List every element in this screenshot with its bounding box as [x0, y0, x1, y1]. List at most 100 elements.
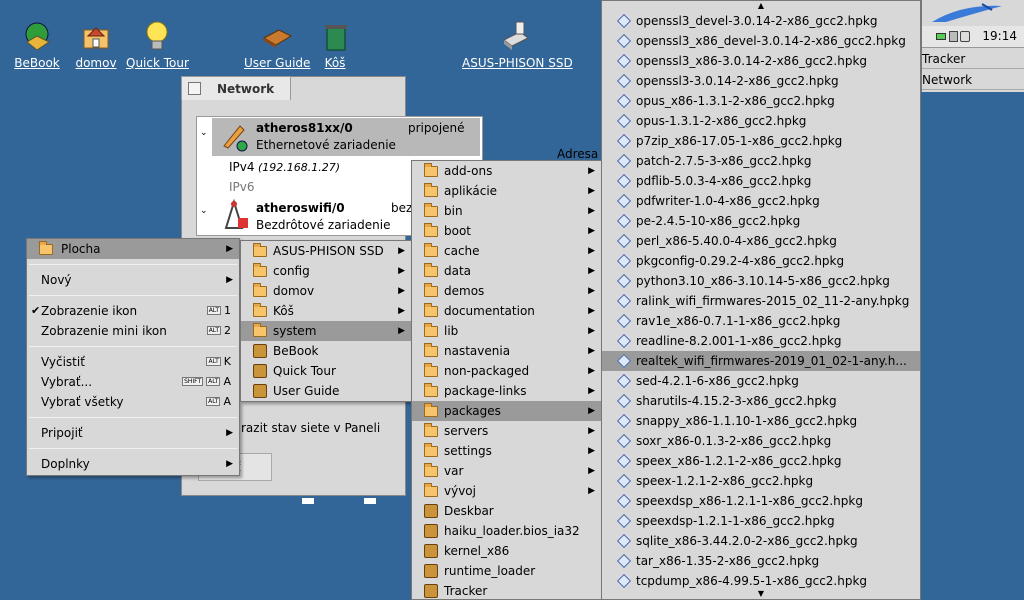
status-checkbox-label[interactable]: razit stav siete v Paneli [241, 421, 380, 435]
battery-icon[interactable] [936, 33, 946, 40]
network-status-icon[interactable] [949, 31, 958, 42]
menu-item-vycistit[interactable]: Vyčistiť ALT K [27, 352, 239, 372]
system-menu-item-label: servers [444, 424, 489, 438]
folder-icon [424, 263, 438, 277]
plocha-menu-item[interactable]: Kôš ▶ [241, 301, 411, 321]
system-menu-item[interactable]: aplikácie ▶ [412, 181, 601, 201]
package-item[interactable]: snappy_x86-1.1.10-1-x86_gcc2.hpkg [602, 411, 920, 431]
menu-item-pripojit[interactable]: Pripojiť ▶ [27, 423, 239, 443]
system-menu-item[interactable]: kernel_x86 [412, 541, 601, 561]
deskbar-app-network[interactable]: Network [922, 70, 1024, 90]
package-item[interactable]: sqlite_x86-3.44.2.0-2-x86_gcc2.hpkg [602, 531, 920, 551]
system-menu-item[interactable]: demos ▶ [412, 281, 601, 301]
menu-item-vybrat[interactable]: Vybrať... SHIFT ALT A [27, 372, 239, 392]
system-menu-item[interactable]: runtime_loader [412, 561, 601, 581]
package-item-label: readline-8.2.001-1-x86_gcc2.hpkg [636, 334, 842, 348]
resize-handle[interactable] [364, 498, 376, 504]
package-item[interactable]: sed-4.2.1-6-x86_gcc2.hpkg [602, 371, 920, 391]
system-menu-item[interactable]: nastavenia ▶ [412, 341, 601, 361]
package-item-label: pdflib-5.0.3-4-x86_gcc2.hpkg [636, 174, 812, 188]
system-menu-item[interactable]: Tracker [412, 581, 601, 600]
system-menu-item[interactable]: bin ▶ [412, 201, 601, 221]
system-menu-item[interactable]: data ▶ [412, 261, 601, 281]
package-item[interactable]: speex_x86-1.2.1-2-x86_gcc2.hpkg [602, 451, 920, 471]
menu-item-vybrat-vsetky[interactable]: Vybrať všetky ALT A [27, 392, 239, 412]
plocha-menu-item-label: Quick Tour [273, 364, 336, 378]
desktop-icon-quick-tour[interactable]: Quick Tour [126, 20, 189, 70]
package-item[interactable]: patch-2.7.5-3-x86_gcc2.hpkg [602, 151, 920, 171]
package-item[interactable]: python3.10_x86-3.10.14-5-x86_gcc2.hpkg [602, 271, 920, 291]
plocha-menu-item[interactable]: domov ▶ [241, 281, 411, 301]
haiku-leaf-icon [932, 3, 1002, 22]
system-menu-item[interactable]: vývoj ▶ [412, 481, 601, 501]
system-menu-item[interactable]: documentation ▶ [412, 301, 601, 321]
clock[interactable]: 19:14 [982, 29, 1017, 43]
plocha-menu-item[interactable]: Quick Tour [241, 361, 411, 381]
package-item[interactable]: perl_x86-5.40.0-4-x86_gcc2.hpkg [602, 231, 920, 251]
system-menu-item[interactable]: Deskbar [412, 501, 601, 521]
package-item[interactable]: realtek_wifi_firmwares-2019_01_02-1-any.… [602, 351, 920, 371]
plocha-menu-item[interactable]: ASUS-PHISON SSD ▶ [241, 241, 411, 261]
resize-handle[interactable] [302, 498, 314, 504]
package-item[interactable]: pdfwriter-1.0-4-x86_gcc2.hpkg [602, 191, 920, 211]
system-menu-item[interactable]: cache ▶ [412, 241, 601, 261]
system-menu-item[interactable]: non-packaged ▶ [412, 361, 601, 381]
package-item[interactable]: openssl3_x86-3.0.14-2-x86_gcc2.hpkg [602, 51, 920, 71]
plocha-menu-item[interactable]: config ▶ [241, 261, 411, 281]
desktop-icon-user-guide[interactable]: User Guide [244, 20, 310, 70]
system-menu-item[interactable]: var ▶ [412, 461, 601, 481]
system-menu-item[interactable]: boot ▶ [412, 221, 601, 241]
system-menu-item[interactable]: haiku_loader.bios_ia32 [412, 521, 601, 541]
package-item[interactable]: pe-2.4.5-10-x86_gcc2.hpkg [602, 211, 920, 231]
scroll-up-arrow-icon[interactable]: ▲ [602, 1, 920, 11]
expand-icon[interactable]: ⌄ [200, 128, 208, 138]
plocha-menu-item[interactable]: User Guide [241, 381, 411, 401]
deskbar-app-tracker[interactable]: Tracker [922, 49, 1024, 69]
system-menu-item[interactable]: add-ons ▶ [412, 161, 601, 181]
desktop-icon-drive[interactable]: ASUS-PHISON SSD [462, 20, 573, 70]
package-item[interactable]: opus-1.3.1-2-x86_gcc2.hpkg [602, 111, 920, 131]
menu-item-zobrazenie-ikon[interactable]: ✔ Zobrazenie ikon ALT 1 [27, 301, 239, 321]
deskbar-logo[interactable] [922, 0, 1024, 26]
system-menu-item[interactable]: packages ▶ [412, 401, 601, 421]
close-icon[interactable] [188, 82, 201, 95]
package-item[interactable]: pkgconfig-0.29.2-4-x86_gcc2.hpkg [602, 251, 920, 271]
package-item[interactable]: speexdsp_x86-1.2.1-1-x86_gcc2.hpkg [602, 491, 920, 511]
package-item[interactable]: rav1e_x86-0.7.1-1-x86_gcc2.hpkg [602, 311, 920, 331]
package-item[interactable]: openssl3_devel-3.0.14-2-x86_gcc2.hpkg [602, 11, 920, 31]
desktop-icon-bebook[interactable]: BeBook [14, 20, 60, 70]
system-menu-item-label: documentation [444, 304, 535, 318]
package-item[interactable]: speex-1.2.1-2-x86_gcc2.hpkg [602, 471, 920, 491]
package-item[interactable]: tcpdump_x86-4.99.5-1-x86_gcc2.hpkg [602, 571, 920, 591]
volume-icon[interactable] [960, 31, 970, 42]
system-menu-item[interactable]: package-links ▶ [412, 381, 601, 401]
window-title: Network [217, 81, 275, 96]
package-item[interactable]: ralink_wifi_firmwares-2015_02_11-2-any.h… [602, 291, 920, 311]
system-menu-item[interactable]: lib ▶ [412, 321, 601, 341]
package-item[interactable]: openssl3_x86_devel-3.0.14-2-x86_gcc2.hpk… [602, 31, 920, 51]
package-item-label: speexdsp_x86-1.2.1-1-x86_gcc2.hpkg [636, 494, 863, 508]
package-item[interactable]: openssl3-3.0.14-2-x86_gcc2.hpkg [602, 71, 920, 91]
plocha-menu-item[interactable]: BeBook [241, 341, 411, 361]
package-item[interactable]: soxr_x86-0.1.3-2-x86_gcc2.hpkg [602, 431, 920, 451]
menu-item-doplnky[interactable]: Doplnky ▶ [27, 454, 239, 474]
menu-item-plocha[interactable]: Plocha ▶ [27, 239, 239, 259]
package-item[interactable]: readline-8.2.001-1-x86_gcc2.hpkg [602, 331, 920, 351]
package-file-icon [616, 33, 632, 49]
system-menu-item[interactable]: settings ▶ [412, 441, 601, 461]
package-item[interactable]: sharutils-4.15.2-3-x86_gcc2.hpkg [602, 391, 920, 411]
package-item[interactable]: opus_x86-1.3.1-2-x86_gcc2.hpkg [602, 91, 920, 111]
desktop-icon-trash[interactable]: Kôš [320, 20, 350, 70]
plocha-menu-item[interactable]: system ▶ [241, 321, 411, 341]
window-tab[interactable]: Network [181, 76, 291, 100]
menu-item-zobrazenie-mini-ikon[interactable]: Zobrazenie mini ikon ALT 2 [27, 321, 239, 341]
package-item[interactable]: tar_x86-1.35-2-x86_gcc2.hpkg [602, 551, 920, 571]
package-item[interactable]: p7zip_x86-17.05-1-x86_gcc2.hpkg [602, 131, 920, 151]
expand-icon[interactable]: ⌄ [200, 206, 208, 216]
menu-item-novy[interactable]: Nový ▶ [27, 270, 239, 290]
desktop-icon-domov[interactable]: domov [75, 20, 117, 70]
package-item[interactable]: pdflib-5.0.3-4-x86_gcc2.hpkg [602, 171, 920, 191]
package-item[interactable]: speexdsp-1.2.1-1-x86_gcc2.hpkg [602, 511, 920, 531]
ethernet-icon [218, 120, 250, 152]
system-menu-item[interactable]: servers ▶ [412, 421, 601, 441]
